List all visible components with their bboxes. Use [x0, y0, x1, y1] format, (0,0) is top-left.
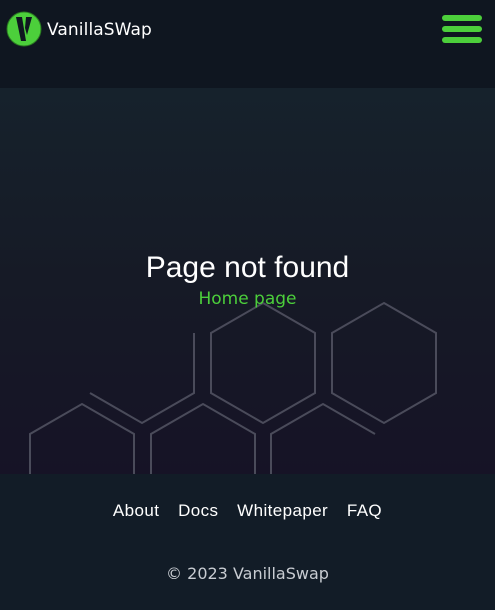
page-title: Page not found — [145, 251, 350, 284]
footer-link-docs[interactable]: Docs — [178, 501, 218, 520]
footer-link-about[interactable]: About — [113, 501, 159, 520]
hexagon — [331, 301, 437, 425]
hexagon-partial — [150, 402, 256, 474]
footer: About Docs Whitepaper FAQ © 2023 Vanilla… — [0, 474, 495, 610]
copyright: © 2023 VanillaSwap — [166, 564, 329, 583]
vanilla-v-logo-icon[interactable] — [6, 11, 42, 47]
menu-bar — [442, 26, 482, 32]
hexagon-partial — [89, 333, 195, 425]
footer-link-whitepaper[interactable]: Whitepaper — [237, 501, 328, 520]
hexagon-partial — [270, 402, 376, 474]
home-page-link[interactable]: Home page — [0, 289, 495, 309]
menu-bar — [442, 37, 482, 43]
header: VanillaSWap — [0, 0, 495, 88]
hexagon — [210, 301, 316, 425]
menu-bar — [442, 15, 482, 21]
main-content: Page not found Home page — [0, 88, 495, 474]
hamburger-menu-icon[interactable] — [442, 14, 484, 44]
brand-name[interactable]: VanillaSWap — [47, 20, 152, 40]
footer-link-faq[interactable]: FAQ — [347, 501, 382, 520]
footer-nav: About Docs Whitepaper FAQ — [0, 501, 495, 521]
hexagon-partial — [29, 402, 135, 474]
